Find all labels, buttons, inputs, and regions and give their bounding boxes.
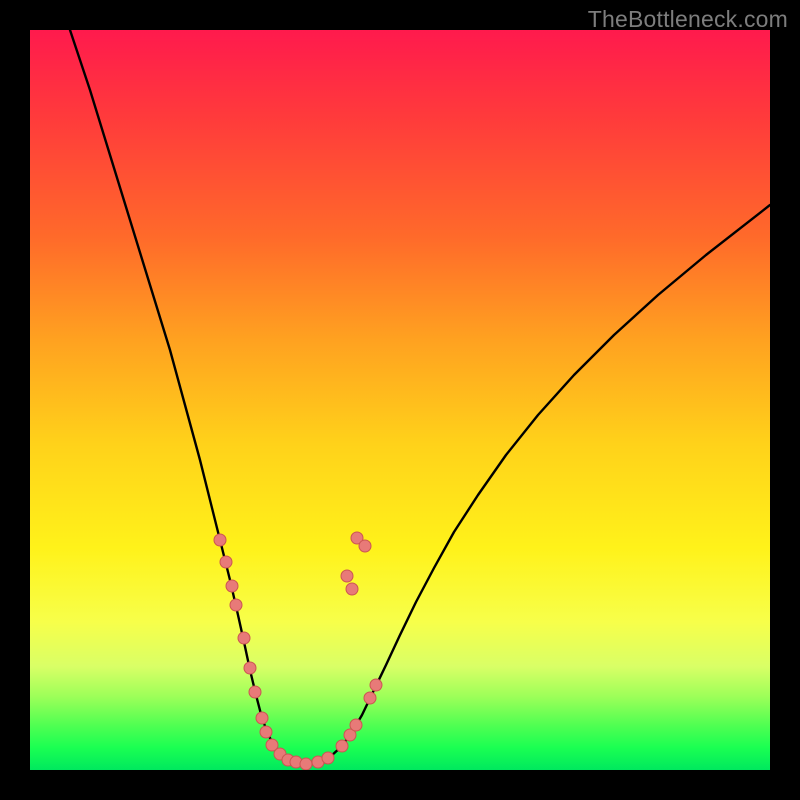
chart-frame: TheBottleneck.com [0,0,800,800]
markers-group [214,532,382,770]
data-marker [350,719,362,731]
data-marker [220,556,232,568]
data-marker [346,583,358,595]
data-marker [370,679,382,691]
left-curve [70,30,306,765]
curve-group [70,30,770,765]
data-marker [256,712,268,724]
data-marker [244,662,256,674]
data-marker [260,726,272,738]
data-marker [226,580,238,592]
data-marker [341,570,353,582]
data-marker [336,740,348,752]
data-marker [364,692,376,704]
watermark-text: TheBottleneck.com [588,6,788,33]
data-marker [300,758,312,770]
data-marker [322,752,334,764]
data-marker [359,540,371,552]
data-marker [214,534,226,546]
data-marker [249,686,261,698]
data-marker [238,632,250,644]
plot-area [30,30,770,770]
data-marker [230,599,242,611]
chart-svg [30,30,770,770]
